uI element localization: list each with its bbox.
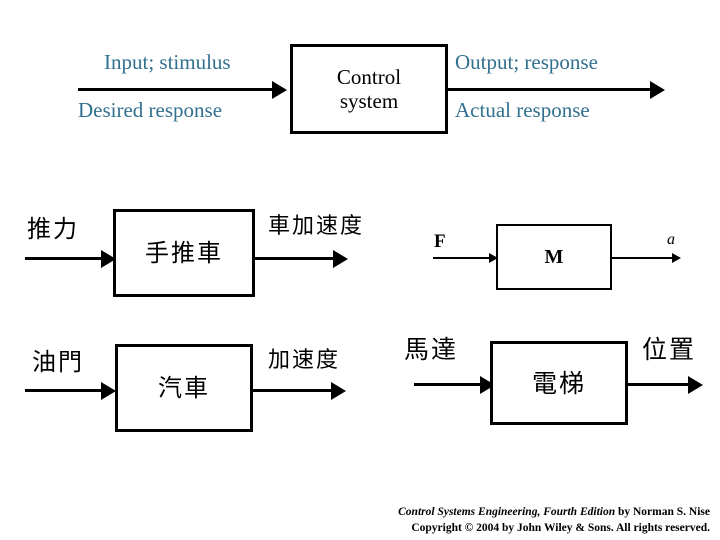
row3-output-arrow-line	[253, 389, 333, 392]
footer-credit: Control Systems Engineering, Fourth Edit…	[230, 505, 710, 536]
row3-input-label: 油門	[32, 348, 84, 376]
row4-output-label: 位置	[642, 335, 697, 364]
control-system-box: Control system	[290, 44, 448, 134]
top-output-arrow-head	[650, 80, 665, 99]
row4-output-arrow-line	[628, 383, 690, 386]
row4-box: 電梯	[490, 341, 628, 425]
control-system-box-line1: Control	[336, 64, 402, 89]
row1-box-label: 手推車	[145, 239, 223, 267]
footer-author: by Norman S. Nise	[615, 506, 710, 518]
row3-box: 汽車	[115, 344, 253, 432]
top-output-label-line1: Output; response	[455, 50, 598, 74]
top-input-arrow-line	[78, 88, 274, 91]
row3-output-label: 加速度	[268, 348, 341, 373]
control-system-box-line2: system	[339, 89, 399, 113]
row1-output-arrow-head	[333, 249, 348, 268]
row2-output-arrow-head	[672, 253, 681, 263]
row4-box-label: 電梯	[531, 368, 586, 398]
row2-input-label: F	[434, 231, 446, 252]
footer-book-title: Control Systems Engineering, Fourth Edit…	[398, 506, 616, 518]
row3-box-label: 汽車	[158, 374, 210, 402]
row2-output-label: a	[667, 231, 675, 248]
diagram-canvas: Input; stimulus Desired response Control…	[0, 0, 720, 540]
row3-input-arrow-line	[25, 389, 103, 392]
row2-box: M	[496, 224, 612, 290]
row3-input-arrow-head	[101, 381, 116, 400]
row4-output-arrow-head	[688, 375, 703, 394]
row2-box-label: M	[544, 246, 564, 268]
row1-input-arrow-line	[25, 257, 103, 260]
footer-line1: Control Systems Engineering, Fourth Edit…	[230, 505, 710, 521]
footer-line2: Copyright © 2004 by John Wiley & Sons. A…	[411, 521, 710, 534]
row1-input-label: 推力	[27, 215, 79, 243]
top-input-arrow-head	[272, 80, 287, 99]
row4-input-label: 馬達	[404, 335, 459, 364]
row1-output-label: 車加速度	[268, 214, 365, 239]
top-output-arrow-line	[448, 88, 652, 91]
top-input-label-line1: Input; stimulus	[104, 50, 231, 74]
top-input-label-line2: Desired response	[78, 98, 223, 122]
row2-input-arrow-line	[433, 257, 491, 259]
row4-input-arrow-line	[414, 383, 482, 386]
row1-output-arrow-line	[255, 257, 335, 260]
row2-output-arrow-line	[612, 257, 674, 259]
row3-output-arrow-head	[331, 381, 346, 400]
top-output-label-line2: Actual response	[455, 98, 590, 122]
row1-box: 手推車	[113, 209, 255, 297]
